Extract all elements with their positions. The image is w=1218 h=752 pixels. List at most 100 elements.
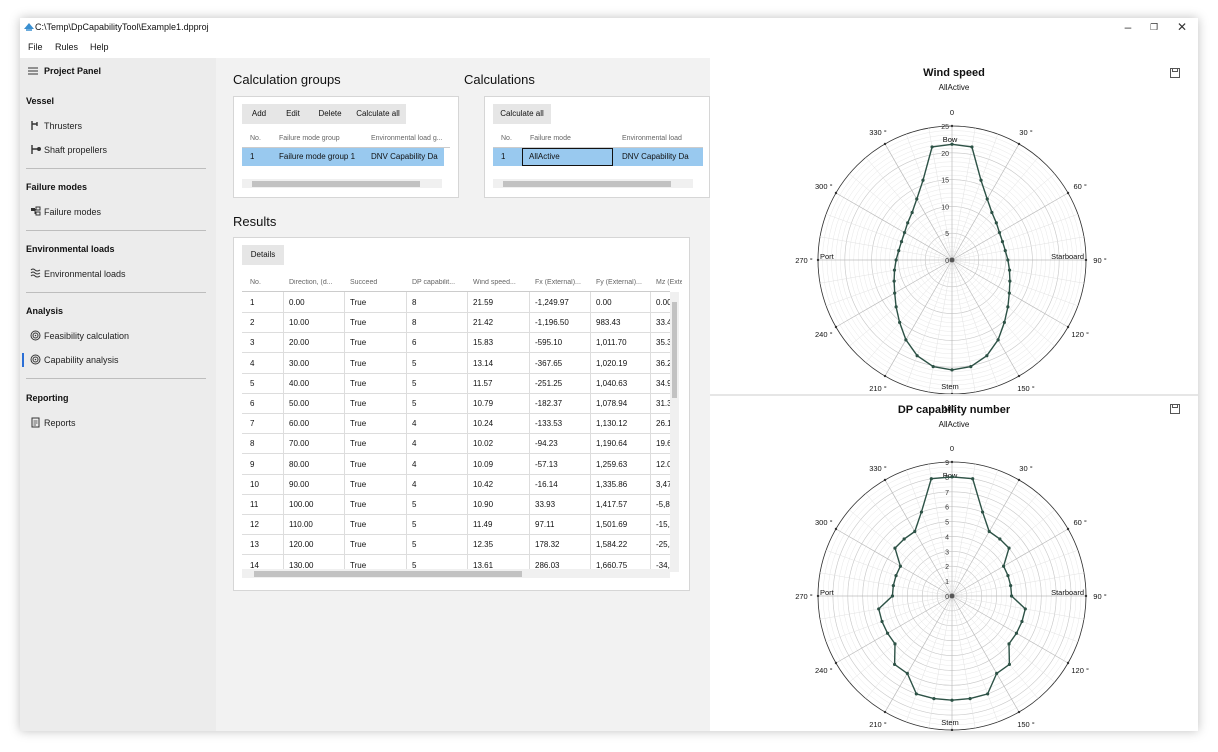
table-row[interactable]: 8 70.00 True 4 10.02 -94.23 1,190.64 19.68 — [242, 433, 676, 455]
column-divider — [283, 534, 284, 555]
data-point — [930, 145, 934, 149]
table-cell: 33.93 — [535, 500, 556, 509]
scrollbar-thumb[interactable] — [254, 571, 522, 577]
title-bar[interactable]: C:\Temp\DpCapabilityTool\Example1.dpproj… — [20, 18, 1198, 38]
column-header[interactable]: Direction, (d... — [289, 279, 343, 286]
focused-cell[interactable]: AllActive — [522, 148, 613, 166]
column-header[interactable]: No. — [250, 279, 282, 286]
table-row[interactable]: 12 110.00 True 5 11.49 97.11 1,501.69 -15,6 — [242, 514, 674, 536]
column-divider — [650, 494, 651, 514]
column-header[interactable]: Failure mode — [530, 135, 571, 142]
table-cell: 8 — [250, 439, 255, 449]
column-divider — [344, 494, 345, 514]
table-cell: 15.83 — [473, 338, 494, 348]
column-header[interactable]: DP capabilit... — [412, 279, 466, 286]
menu-file[interactable]: File — [28, 42, 43, 52]
column-header[interactable]: No. — [250, 135, 261, 142]
menu-help[interactable]: Help — [90, 42, 109, 52]
section-vessel: Vessel — [26, 96, 55, 106]
table-cell: 20.00 — [289, 338, 310, 348]
restore-button[interactable]: ❐ — [1140, 18, 1168, 36]
table-row[interactable]: 10 90.00 True 4 10.42 -16.14 1,335.86 3,471 — [242, 473, 676, 495]
sidebar-item-thrusters[interactable]: Thrusters — [24, 117, 210, 135]
table-cell: 40.00 — [289, 378, 310, 388]
table-row[interactable]: 2 10.00 True 8 21.42 -1,196.50 983.43 33.41 — [242, 312, 676, 334]
vertical-scrollbar[interactable] — [670, 292, 679, 572]
stern-label: Stem — [941, 718, 959, 727]
column-header[interactable]: Fy (External)... — [596, 279, 648, 286]
edit-button[interactable]: Edit — [276, 104, 310, 124]
save-icon[interactable] — [1170, 404, 1180, 414]
radial-tick-label: 1 — [945, 579, 949, 586]
column-header[interactable]: Fx (External)... — [535, 279, 589, 286]
close-button[interactable]: ✕ — [1168, 18, 1196, 36]
sidebar-item-shaft-propellers[interactable]: Shaft propellers — [24, 141, 210, 159]
column-header[interactable]: Mz (Exter — [656, 279, 682, 286]
table-cell: 6 — [412, 338, 417, 348]
column-header[interactable]: Environmental load — [622, 135, 682, 142]
add-button[interactable]: Add — [242, 104, 276, 124]
table-row[interactable]: 7 60.00 True 4 10.24 -133.53 1,130.12 26.19 — [242, 413, 676, 435]
sidebar-item-label: Feasibility calculation — [44, 331, 130, 341]
calculate-all-button[interactable]: Calculate all — [493, 104, 551, 124]
table-cell: 0.00 — [596, 298, 612, 307]
table-row[interactable]: 4 30.00 True 5 13.14 -367.65 1,020.19 36.25 — [242, 352, 676, 374]
table-cell: 4 — [250, 358, 255, 368]
data-point — [969, 365, 973, 369]
scrollbar-thumb[interactable] — [252, 181, 420, 187]
column-divider — [467, 534, 468, 555]
column-header[interactable]: Failure mode group — [279, 135, 340, 142]
horizontal-scrollbar[interactable] — [242, 179, 442, 188]
angle-tick-label: 30 ° — [1019, 464, 1032, 473]
column-divider — [406, 372, 407, 393]
sidebar-item-capability-analysis[interactable]: Capability analysis — [24, 351, 210, 369]
column-divider — [529, 534, 530, 555]
column-divider — [529, 413, 530, 434]
table-cell: 11.57 — [473, 378, 493, 388]
table-row[interactable]: 1 Failure mode group 1 DNV Capability Da — [242, 148, 444, 166]
scrollbar-thumb[interactable] — [672, 302, 677, 398]
calculate-all-button[interactable]: Calculate all — [350, 104, 406, 124]
column-header[interactable]: No. — [501, 135, 512, 142]
table-row[interactable]: 1 AllActive DNV Capability Da — [493, 148, 703, 166]
table-row[interactable]: 1 0.00 True 8 21.59 -1,249.97 0.00 0.00 — [242, 292, 672, 313]
horizontal-scrollbar[interactable] — [242, 569, 670, 578]
data-point — [902, 230, 907, 235]
sidebar-item-failure-modes[interactable]: Failure modes — [24, 203, 210, 221]
scrollbar-thumb[interactable] — [503, 181, 671, 187]
hamburger-icon[interactable] — [28, 67, 38, 75]
table-row[interactable]: 5 40.00 True 5 11.57 -251.25 1,040.63 34.99 — [242, 372, 676, 394]
table-row[interactable]: 13 120.00 True 5 12.35 178.32 1,584.22 -25,4 — [242, 534, 674, 556]
table-cell: 4 — [412, 439, 417, 449]
sidebar-item-reports[interactable]: Reports — [24, 414, 210, 432]
column-header[interactable]: Wind speed... — [473, 279, 527, 286]
table-row[interactable]: 6 50.00 True 5 10.79 -182.37 1,078.94 31.39 — [242, 393, 676, 414]
table-cell: 1,584.22 — [596, 540, 628, 550]
data-point — [1006, 258, 1010, 262]
details-button[interactable]: Details — [242, 245, 284, 265]
menu-rules[interactable]: Rules — [55, 42, 78, 52]
data-point — [910, 210, 914, 215]
table-row[interactable]: 11 100.00 True 5 10.90 33.93 1,417.57 -5,86 — [242, 494, 674, 515]
chart-subtitle: AllActive — [938, 420, 970, 429]
data-point — [1020, 619, 1024, 624]
column-header[interactable]: Environmental load g... — [371, 135, 443, 142]
column-divider — [590, 372, 591, 393]
angle-tick-mark — [834, 325, 838, 329]
table-cell: 1,078.94 — [596, 399, 628, 408]
delete-button[interactable]: Delete — [310, 104, 350, 124]
table-row[interactable]: 9 80.00 True 4 10.09 -57.13 1,259.63 12.05 — [242, 453, 676, 475]
horizontal-scrollbar[interactable] — [493, 179, 693, 188]
failure-mode-icon — [31, 206, 41, 216]
table-cell: 5 — [412, 500, 417, 509]
angle-tick-label: 270 ° — [795, 256, 813, 265]
table-row[interactable]: 3 20.00 True 6 15.83 -595.10 1,011.70 35.31 — [242, 332, 676, 354]
column-divider — [283, 372, 284, 393]
column-header[interactable]: Succeed — [350, 279, 404, 286]
save-icon[interactable] — [1170, 68, 1180, 78]
table-cell: 3 — [250, 338, 255, 348]
results-title: Results — [233, 214, 277, 229]
sidebar-item-feasibility-calculation[interactable]: Feasibility calculation — [24, 327, 210, 345]
sidebar-item-environmental-loads[interactable]: Environmental loads — [24, 265, 210, 283]
minimize-button[interactable]: – — [1114, 18, 1142, 36]
